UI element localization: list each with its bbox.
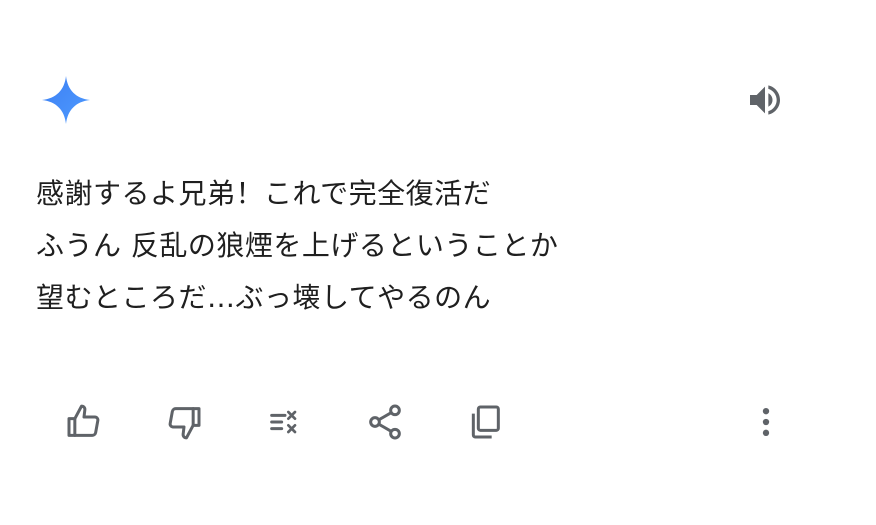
modify-response-button[interactable] — [259, 396, 311, 448]
modify-response-icon — [270, 410, 297, 434]
thumbs-up-icon — [67, 404, 100, 437]
more-options-button[interactable] — [740, 396, 792, 448]
volume-up-icon — [750, 85, 780, 115]
copy-icon — [471, 405, 500, 439]
thumbs-down-icon — [168, 407, 201, 440]
read-aloud-button[interactable] — [742, 78, 788, 122]
share-button[interactable] — [359, 396, 411, 448]
more-vert-icon — [762, 408, 770, 436]
response-line-1: 感謝するよ兄弟！これで完全復活だ — [36, 177, 492, 210]
response-action-bar — [0, 392, 876, 452]
response-text: 感謝するよ兄弟！これで完全復活だ ふうん 反乱の狼煙を上げるということか 望むと… — [36, 168, 836, 324]
thumbs-up-button[interactable] — [58, 396, 110, 448]
share-icon — [369, 404, 401, 440]
gemini-sparkle-icon — [40, 74, 92, 126]
response-line-3: 望むところだ…ぶっ壊してやるのん — [36, 281, 492, 314]
copy-button[interactable] — [459, 396, 511, 448]
response-line-2: ふうん 反乱の狼煙を上げるということか — [36, 229, 559, 262]
thumbs-down-button[interactable] — [158, 396, 210, 448]
